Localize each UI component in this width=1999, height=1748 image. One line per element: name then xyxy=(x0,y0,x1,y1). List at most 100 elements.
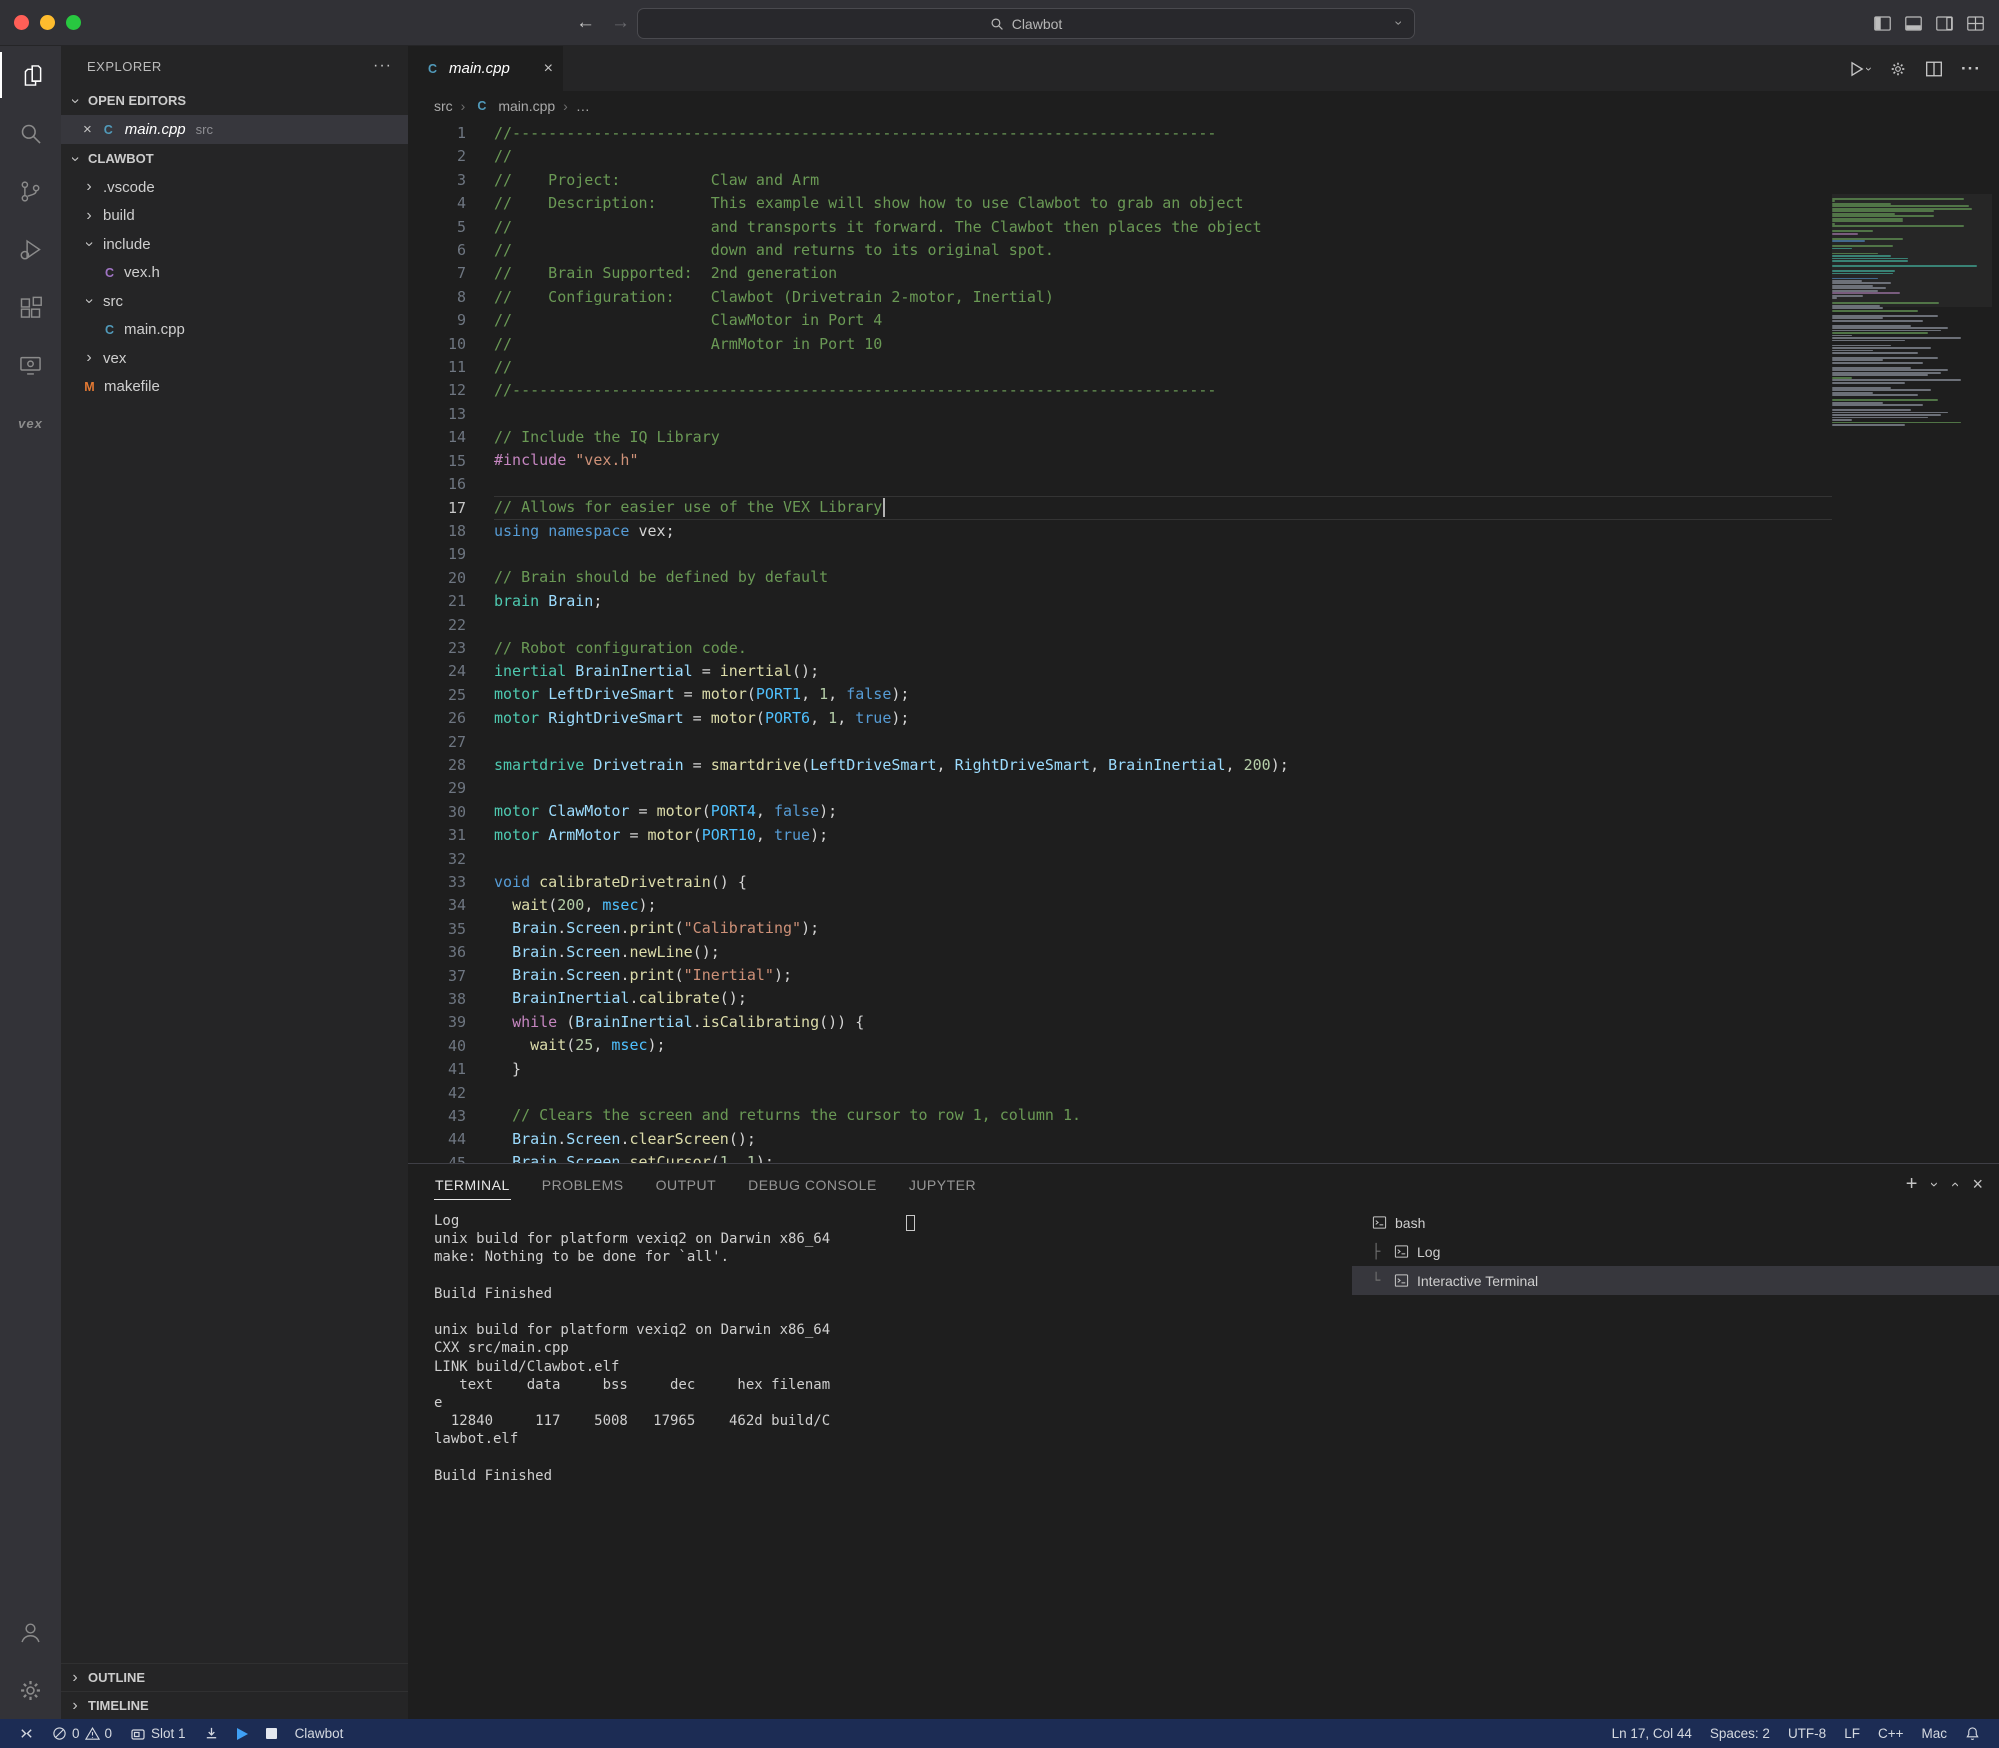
toggle-sidebar-left-icon[interactable] xyxy=(1873,14,1892,33)
terminal-dropdown-icon[interactable]: › xyxy=(1926,1182,1943,1187)
zoom-window-button[interactable] xyxy=(66,15,81,30)
minimize-window-button[interactable] xyxy=(40,15,55,30)
code-line-34[interactable]: wait(200, msec); xyxy=(494,894,1832,917)
vex-extension-icon[interactable]: vex xyxy=(0,394,61,452)
settings-gear-icon[interactable] xyxy=(0,1661,61,1719)
line-number[interactable]: 5 xyxy=(408,216,466,239)
tree-item-makefile[interactable]: Mmakefile xyxy=(61,373,408,402)
os-indicator[interactable]: Mac xyxy=(1912,1726,1956,1741)
code-line-23[interactable]: // Robot configuration code. xyxy=(494,637,1832,660)
extensions-icon[interactable] xyxy=(0,278,61,336)
problems-indicator[interactable]: 0 0 xyxy=(43,1719,121,1748)
close-icon[interactable]: × xyxy=(83,121,92,138)
code-line-12[interactable]: //--------------------------------------… xyxy=(494,379,1832,402)
encoding[interactable]: UTF-8 xyxy=(1779,1726,1835,1741)
code-line-13[interactable] xyxy=(494,403,1832,426)
panel-tab-jupyter[interactable]: JUPYTER xyxy=(908,1165,977,1205)
code-line-40[interactable]: wait(25, msec); xyxy=(494,1034,1832,1057)
minimap[interactable] xyxy=(1832,194,1992,1163)
project-settings-gear-icon[interactable] xyxy=(1889,60,1907,78)
code-line-41[interactable]: } xyxy=(494,1058,1832,1081)
navigate-forward-icon[interactable]: → xyxy=(611,12,630,34)
terminal-list-item-interactive-terminal[interactable]: └ Interactive Terminal xyxy=(1352,1266,1999,1295)
outline-section-header[interactable]: › OUTLINE xyxy=(61,1663,408,1691)
tree-item-main.cpp[interactable]: Cmain.cpp xyxy=(61,316,408,345)
line-number[interactable]: 41 xyxy=(408,1058,466,1081)
code-line-8[interactable]: // Configuration: Clawbot (Drivetrain 2-… xyxy=(494,286,1832,309)
code-line-26[interactable]: motor RightDriveSmart = motor(PORT6, 1, … xyxy=(494,707,1832,730)
line-number[interactable]: 38 xyxy=(408,988,466,1011)
code-line-45[interactable]: Brain.Screen.setCursor(1, 1); xyxy=(494,1151,1832,1163)
line-number[interactable]: 18 xyxy=(408,520,466,543)
line-number[interactable]: 25 xyxy=(408,684,466,707)
code-line-3[interactable]: // Project: Claw and Arm xyxy=(494,169,1832,192)
close-panel-icon[interactable]: × xyxy=(1972,1174,1983,1195)
tree-item-include[interactable]: › include xyxy=(61,230,408,259)
line-number[interactable]: 43 xyxy=(408,1105,466,1128)
code-line-36[interactable]: Brain.Screen.newLine(); xyxy=(494,941,1832,964)
source-control-icon[interactable] xyxy=(0,162,61,220)
line-number[interactable]: 27 xyxy=(408,731,466,754)
line-number[interactable]: 22 xyxy=(408,614,466,637)
code-line-43[interactable]: // Clears the screen and returns the cur… xyxy=(494,1104,1832,1127)
code-line-17[interactable]: // Allows for easier use of the VEX Libr… xyxy=(494,496,1832,519)
line-number[interactable]: 15 xyxy=(408,450,466,473)
line-number[interactable]: 1 xyxy=(408,122,466,145)
line-number[interactable]: 11 xyxy=(408,356,466,379)
line-number[interactable]: 21 xyxy=(408,590,466,613)
line-number[interactable]: 34 xyxy=(408,894,466,917)
code-line-35[interactable]: Brain.Screen.print("Calibrating"); xyxy=(494,917,1832,940)
code-line-9[interactable]: // ClawMotor in Port 4 xyxy=(494,309,1832,332)
more-actions-icon[interactable]: ··· xyxy=(1961,59,1981,79)
code-line-31[interactable]: motor ArmMotor = motor(PORT10, true); xyxy=(494,824,1832,847)
line-number[interactable]: 39 xyxy=(408,1011,466,1034)
line-number[interactable]: 29 xyxy=(408,777,466,800)
new-terminal-icon[interactable]: + xyxy=(1906,1173,1918,1196)
open-editor-item-main-cpp[interactable]: × C main.cpp src xyxy=(61,115,408,144)
code-line-25[interactable]: motor LeftDriveSmart = motor(PORT1, 1, f… xyxy=(494,683,1832,706)
tree-item-src[interactable]: › src xyxy=(61,287,408,316)
search-icon[interactable] xyxy=(0,104,61,162)
code-line-11[interactable]: // xyxy=(494,356,1832,379)
breadcrumb-folder[interactable]: src xyxy=(434,98,453,114)
code-line-33[interactable]: void calibrateDrivetrain() { xyxy=(494,871,1832,894)
slot-selector[interactable]: Slot 1 xyxy=(121,1719,195,1748)
code-line-18[interactable]: using namespace vex; xyxy=(494,520,1832,543)
code-line-6[interactable]: // down and returns to its original spot… xyxy=(494,239,1832,262)
panel-tab-debug-console[interactable]: DEBUG CONSOLE xyxy=(747,1165,878,1205)
tree-item-build[interactable]: › build xyxy=(61,202,408,231)
split-editor-icon[interactable] xyxy=(1925,60,1943,78)
breadcrumb-file[interactable]: main.cpp xyxy=(498,98,555,114)
run-debug-icon[interactable] xyxy=(0,220,61,278)
download-button[interactable] xyxy=(195,1719,228,1748)
explorer-icon[interactable] xyxy=(0,46,61,104)
close-window-button[interactable] xyxy=(14,15,29,30)
maximize-panel-icon[interactable]: › xyxy=(1946,1182,1963,1187)
line-number[interactable]: 23 xyxy=(408,637,466,660)
panel-tab-terminal[interactable]: TERMINAL xyxy=(434,1165,511,1205)
line-number[interactable]: 33 xyxy=(408,871,466,894)
line-number[interactable]: 26 xyxy=(408,707,466,730)
project-section-header[interactable]: › CLAWBOT xyxy=(61,144,408,173)
code-line-37[interactable]: Brain.Screen.print("Inertial"); xyxy=(494,964,1832,987)
tree-item-vex[interactable]: › vex xyxy=(61,344,408,373)
command-center-search[interactable]: Clawbot › xyxy=(637,8,1415,39)
line-number[interactable]: 4 xyxy=(408,192,466,215)
code-line-14[interactable]: // Include the IQ Library xyxy=(494,426,1832,449)
code-line-19[interactable] xyxy=(494,543,1832,566)
code-line-39[interactable]: while (BrainInertial.isCalibrating()) { xyxy=(494,1011,1832,1034)
account-icon[interactable] xyxy=(0,1603,61,1661)
line-number[interactable]: 28 xyxy=(408,754,466,777)
code-line-24[interactable]: inertial BrainInertial = inertial(); xyxy=(494,660,1832,683)
code-line-29[interactable] xyxy=(494,777,1832,800)
terminal-list-item-log[interactable]: ├ Log xyxy=(1352,1237,1999,1266)
code-line-27[interactable] xyxy=(494,730,1832,753)
code-line-30[interactable]: motor ClawMotor = motor(PORT4, false); xyxy=(494,800,1832,823)
line-number[interactable]: 35 xyxy=(408,918,466,941)
tree-item-.vscode[interactable]: › .vscode xyxy=(61,173,408,202)
tab-main-cpp[interactable]: C main.cpp × xyxy=(408,46,563,91)
language-mode[interactable]: C++ xyxy=(1869,1726,1913,1741)
line-number[interactable]: 20 xyxy=(408,567,466,590)
line-number[interactable]: 17 xyxy=(408,497,466,520)
remote-indicator[interactable] xyxy=(10,1719,43,1748)
